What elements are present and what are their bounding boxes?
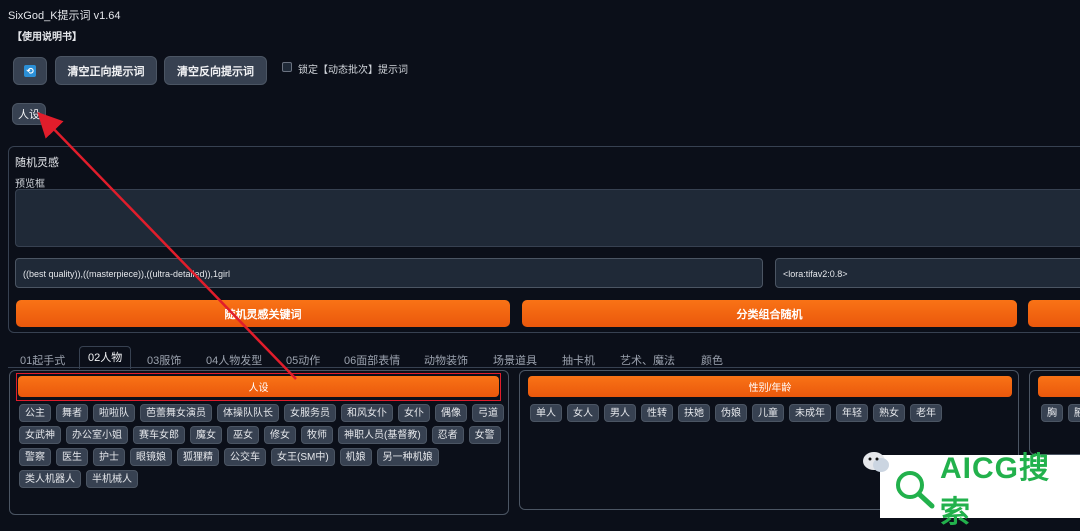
annotation-arrow: [37, 112, 297, 380]
watermark: AICG搜索: [880, 452, 1080, 529]
watermark-text: AICG搜索: [940, 451, 1050, 529]
watermark-search-icon: [896, 471, 935, 509]
wechat-icon: [862, 450, 890, 474]
